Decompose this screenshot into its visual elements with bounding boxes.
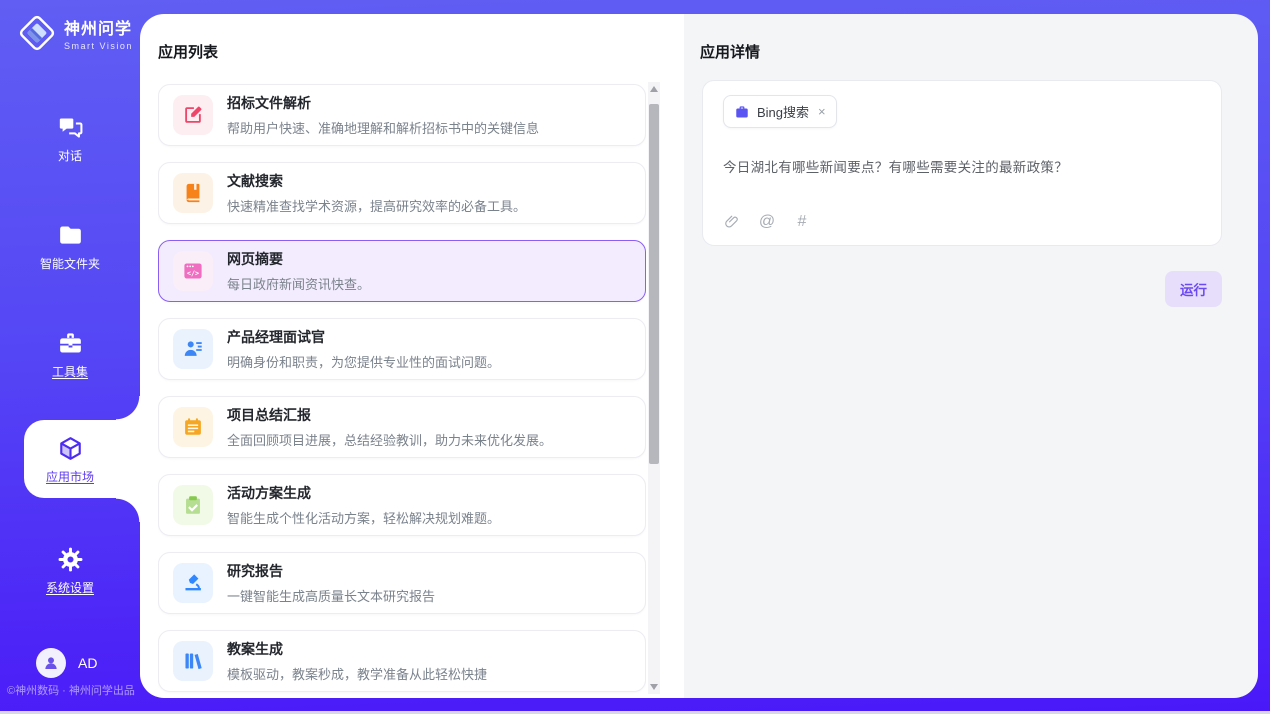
app-title: 教案生成	[227, 639, 487, 659]
app-title: 网页摘要	[227, 249, 370, 269]
app-title: 研究报告	[227, 561, 435, 581]
at-icon[interactable]: @	[758, 213, 776, 231]
user-avatar-icon	[36, 648, 66, 678]
sidebar-item-label: 工具集	[52, 363, 88, 380]
sidebar-item-label: 系统设置	[46, 579, 94, 596]
sidebar-item-4[interactable]: 应用市场	[0, 435, 140, 485]
list-item[interactable]: 项目总结汇报 全面回顾项目进展，总结经验教训，助力未来优化发展。	[158, 396, 646, 458]
composer-toolbar: @#	[723, 213, 1201, 231]
sidebar-item-label: 应用市场	[46, 468, 94, 485]
app-desc: 模板驱动，教案秒成，教学准备从此轻松快捷	[227, 664, 487, 683]
scroll-down-arrow-icon[interactable]	[648, 680, 660, 694]
app-desc: 快速精准查找学术资源，提高研究效率的必备工具。	[227, 196, 526, 215]
chat-icon	[57, 114, 84, 141]
diamond-logo-icon	[18, 14, 56, 52]
toolbox-icon	[57, 330, 84, 357]
calendar-note-icon	[173, 407, 213, 447]
folder-icon	[57, 222, 84, 249]
scrollbar-thumb[interactable]	[649, 104, 659, 464]
app-desc: 全面回顾项目进展，总结经验教训，助力未来优化发展。	[227, 430, 552, 449]
hash-icon[interactable]: #	[793, 213, 811, 231]
app-list-panel: 应用列表 招标文件解析 帮助用户快速、准确地理解和解析招标书中的关键信息 文献搜…	[140, 14, 684, 698]
list-item[interactable]: 产品经理面试官 明确身份和职责，为您提供专业性的面试问题。	[158, 318, 646, 380]
app-title: 活动方案生成	[227, 483, 500, 503]
cube-icon	[57, 435, 84, 462]
active-tab-curve-bottom	[116, 498, 140, 522]
sidebar-item-2[interactable]: 智能文件夹	[0, 222, 140, 272]
app-desc: 一键智能生成高质量长文本研究报告	[227, 586, 435, 605]
svg-text:</>: </>	[187, 270, 199, 278]
clipboard-check-icon	[173, 485, 213, 525]
user-account[interactable]: AD	[36, 648, 97, 678]
brand-name: 神州问学	[64, 15, 133, 39]
main-panel: 应用列表 招标文件解析 帮助用户快速、准确地理解和解析招标书中的关键信息 文献搜…	[140, 14, 1258, 698]
user-initials: AD	[78, 655, 97, 671]
app-title: 产品经理面试官	[227, 327, 500, 347]
sidebar-item-5[interactable]: 系统设置	[0, 546, 140, 596]
app-list: 招标文件解析 帮助用户快速、准确地理解和解析招标书中的关键信息 文献搜索 快速精…	[158, 80, 646, 698]
app-window: 神州问学 Smart Vision 对话 智能文件夹 工具集 应用市场 系统设置	[0, 0, 1270, 714]
briefcase-icon	[734, 104, 750, 120]
list-item[interactable]: 招标文件解析 帮助用户快速、准确地理解和解析招标书中的关键信息	[158, 84, 646, 146]
brand-tagline: Smart Vision	[64, 41, 133, 51]
app-desc: 每日政府新闻资讯快查。	[227, 274, 370, 293]
app-title: 项目总结汇报	[227, 405, 552, 425]
app-title: 招标文件解析	[227, 93, 539, 113]
list-item[interactable]: 文献搜索 快速精准查找学术资源，提高研究效率的必备工具。	[158, 162, 646, 224]
app-title: 文献搜索	[227, 171, 526, 191]
books-icon	[173, 641, 213, 681]
list-item[interactable]: 教案生成 模板驱动，教案秒成，教学准备从此轻松快捷	[158, 630, 646, 692]
app-desc: 智能生成个性化活动方案，轻松解决规划难题。	[227, 508, 500, 527]
sidebar-item-3[interactable]: 工具集	[0, 330, 140, 380]
edit-square-icon	[173, 95, 213, 135]
interviewer-icon	[173, 329, 213, 369]
list-item[interactable]: 研究报告 一键智能生成高质量长文本研究报告	[158, 552, 646, 614]
sidebar-item-label: 对话	[58, 147, 82, 164]
scroll-up-arrow-icon[interactable]	[648, 82, 660, 96]
close-icon[interactable]: ×	[818, 104, 826, 119]
app-detail-title: 应用详情	[700, 41, 760, 62]
app-desc: 帮助用户快速、准确地理解和解析招标书中的关键信息	[227, 118, 539, 137]
tool-tag-label: Bing搜索	[757, 102, 809, 121]
copyright-footer: ©神州数码 · 神州问学出品	[7, 682, 147, 698]
sidebar: 神州问学 Smart Vision 对话 智能文件夹 工具集 应用市场 系统设置	[0, 0, 140, 714]
scrollbar-track[interactable]	[648, 96, 660, 680]
book-icon	[173, 173, 213, 213]
prompt-composer[interactable]: Bing搜索 × 今日湖北有哪些新闻要点？有哪些需要关注的最新政策？ @#	[702, 80, 1222, 246]
active-tab-curve-top	[116, 396, 140, 420]
browser-code-icon: </>	[173, 251, 213, 291]
sidebar-item-label: 智能文件夹	[40, 255, 100, 272]
app-detail-panel: 应用详情 Bing搜索 × 今日湖北有哪些新闻要点？有哪些需要关注的最新政策？ …	[684, 14, 1258, 698]
paperclip-icon[interactable]	[723, 213, 741, 231]
list-item[interactable]: 活动方案生成 智能生成个性化活动方案，轻松解决规划难题。	[158, 474, 646, 536]
run-button[interactable]: 运行	[1165, 271, 1222, 307]
app-desc: 明确身份和职责，为您提供专业性的面试问题。	[227, 352, 500, 371]
sidebar-item-1[interactable]: 对话	[0, 114, 140, 164]
app-list-title: 应用列表	[158, 41, 218, 62]
list-item[interactable]: </> 网页摘要 每日政府新闻资讯快查。	[158, 240, 646, 302]
list-scrollbar[interactable]	[648, 82, 660, 694]
microscope-icon	[173, 563, 213, 603]
run-row: 运行	[684, 271, 1222, 307]
tool-tag-bing-search[interactable]: Bing搜索 ×	[723, 95, 837, 128]
query-text[interactable]: 今日湖北有哪些新闻要点？有哪些需要关注的最新政策？	[723, 156, 1201, 176]
gear-icon	[57, 546, 84, 573]
brand-logo: 神州问学 Smart Vision	[18, 14, 133, 52]
